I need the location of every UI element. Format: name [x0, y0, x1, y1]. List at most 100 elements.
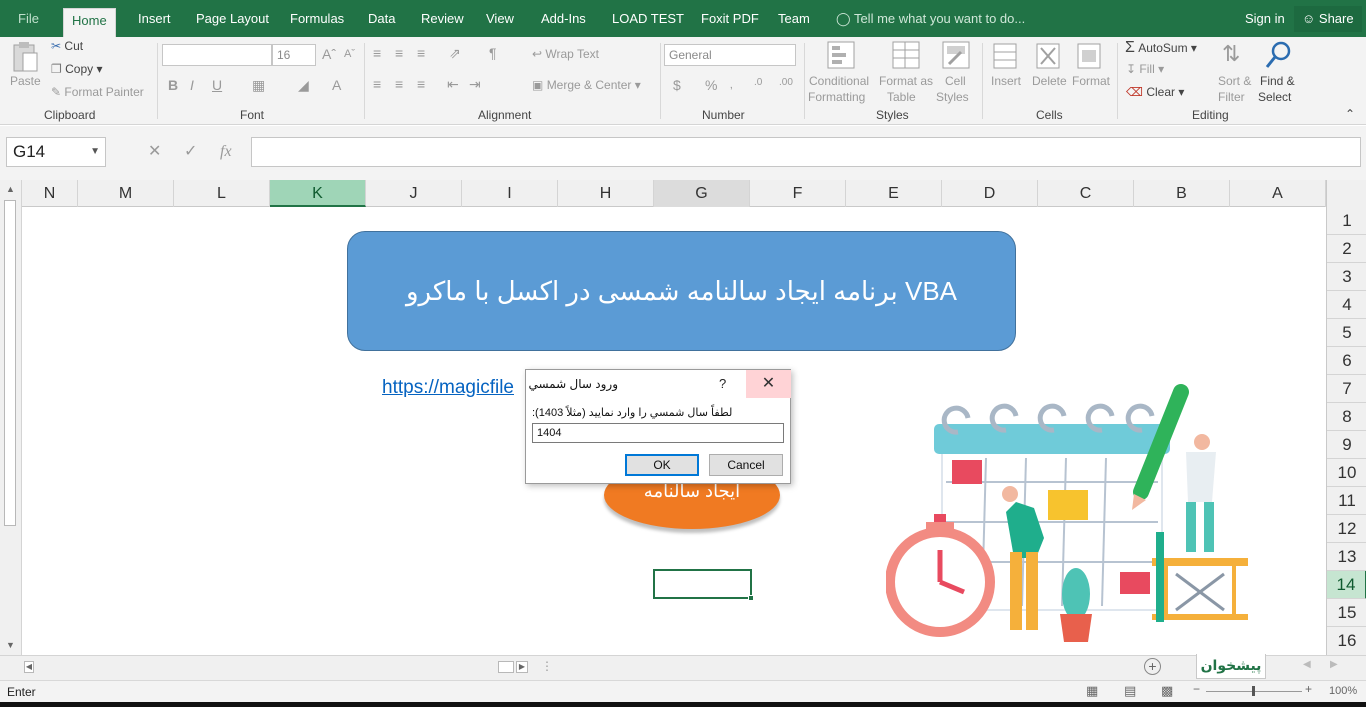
- title-shape[interactable]: برنامه ایجاد سالنامه شمسی در اکسل با ماک…: [347, 231, 1016, 351]
- page-break-view-icon[interactable]: ▩: [1161, 683, 1173, 699]
- row-header[interactable]: 6: [1327, 347, 1366, 375]
- tab-home[interactable]: Home: [63, 8, 116, 38]
- next-sheet-icon[interactable]: ▶: [1330, 659, 1338, 670]
- horizontal-scroll-thumb[interactable]: [498, 661, 514, 673]
- scroll-right-icon[interactable]: ▶: [516, 661, 528, 673]
- tab-team[interactable]: Team: [778, 0, 810, 38]
- split-handle[interactable]: ⋮: [541, 659, 553, 673]
- column-header[interactable]: L: [174, 180, 270, 207]
- row-header[interactable]: 7: [1327, 375, 1366, 403]
- tab-insert[interactable]: Insert: [138, 0, 171, 38]
- align-bottom-icon[interactable]: ≡: [417, 45, 425, 61]
- wrap-text-button[interactable]: ↩ Wrap Text: [532, 47, 599, 61]
- active-cell[interactable]: [653, 569, 754, 601]
- fill-handle[interactable]: [748, 595, 754, 601]
- row-header[interactable]: 15: [1327, 599, 1366, 627]
- page-layout-view-icon[interactable]: ▤: [1124, 683, 1136, 699]
- currency-icon[interactable]: $: [673, 77, 681, 93]
- column-header[interactable]: J: [366, 180, 462, 207]
- tab-foxit-pdf[interactable]: Foxit PDF: [701, 0, 759, 38]
- fill-button[interactable]: ↧ Fill ▾: [1126, 62, 1164, 76]
- row-header[interactable]: 13: [1327, 543, 1366, 571]
- tab-formulas[interactable]: Formulas: [290, 0, 344, 38]
- column-header-selected[interactable]: K: [270, 180, 366, 207]
- column-header[interactable]: I: [462, 180, 558, 207]
- collapse-ribbon-icon[interactable]: ⌃: [1345, 107, 1355, 121]
- tab-view[interactable]: View: [486, 0, 514, 38]
- row-header[interactable]: 3: [1327, 263, 1366, 291]
- column-header[interactable]: N: [22, 180, 78, 207]
- row-header[interactable]: 9: [1327, 431, 1366, 459]
- align-center-icon[interactable]: ≡: [395, 76, 403, 92]
- share-button[interactable]: ☺ Share: [1294, 6, 1362, 32]
- name-box[interactable]: G14 ▼: [6, 137, 106, 167]
- decrease-indent-icon[interactable]: ⇤: [447, 76, 459, 93]
- percent-icon[interactable]: %: [705, 77, 717, 93]
- scroll-up-icon[interactable]: ▲: [6, 184, 15, 194]
- zoom-in-icon[interactable]: +: [1305, 682, 1312, 696]
- grow-font-icon[interactable]: Aˆ: [322, 46, 336, 62]
- row-header[interactable]: 2: [1327, 235, 1366, 263]
- row-header[interactable]: 12: [1327, 515, 1366, 543]
- cut-button[interactable]: ✂ Cut: [51, 39, 83, 53]
- tab-review[interactable]: Review: [421, 0, 464, 38]
- add-sheet-icon[interactable]: +: [1144, 658, 1161, 675]
- column-header[interactable]: H: [558, 180, 654, 207]
- scroll-thumb[interactable]: [4, 200, 16, 526]
- comma-style-icon[interactable]: ‚: [730, 77, 733, 91]
- tell-me-search[interactable]: ◯ Tell me what you want to do...: [836, 0, 1025, 38]
- normal-view-icon[interactable]: ▦: [1086, 683, 1098, 699]
- zoom-slider-thumb[interactable]: [1252, 686, 1255, 696]
- column-header[interactable]: C: [1038, 180, 1134, 207]
- vertical-scrollbar[interactable]: ▲ ▼: [0, 180, 22, 655]
- tab-data[interactable]: Data: [368, 0, 395, 38]
- insert-function-icon[interactable]: fx: [220, 137, 232, 167]
- tab-page-layout[interactable]: Page Layout: [196, 0, 269, 38]
- year-input[interactable]: [532, 423, 784, 443]
- clear-button[interactable]: ⌫ Clear ▾: [1126, 85, 1184, 99]
- website-link[interactable]: https://magicfile: [382, 377, 514, 399]
- align-right-icon[interactable]: ≡: [417, 76, 425, 92]
- increase-indent-icon[interactable]: ⇥: [469, 76, 481, 93]
- shrink-font-icon[interactable]: Aˇ: [344, 48, 355, 60]
- font-size-select[interactable]: 16: [272, 44, 316, 66]
- format-painter-button[interactable]: ✎ Format Painter: [51, 85, 144, 99]
- row-header[interactable]: 1: [1327, 207, 1366, 235]
- column-header[interactable]: F: [750, 180, 846, 207]
- scroll-down-icon[interactable]: ▼: [6, 640, 15, 650]
- enter-entry-icon[interactable]: ✓: [184, 137, 197, 167]
- rtl-direction-icon[interactable]: ¶: [489, 45, 497, 61]
- orientation-icon[interactable]: ⇗: [449, 45, 461, 62]
- help-icon[interactable]: ?: [719, 376, 726, 391]
- prev-sheet-icon[interactable]: ◀: [1303, 659, 1311, 670]
- column-header[interactable]: A: [1230, 180, 1326, 207]
- row-header[interactable]: 16: [1327, 627, 1366, 655]
- scroll-left-icon[interactable]: ◀: [24, 661, 34, 673]
- row-header[interactable]: 8: [1327, 403, 1366, 431]
- font-color-icon[interactable]: A: [332, 77, 341, 93]
- sheet-tab[interactable]: پیشخوان: [1196, 654, 1266, 679]
- row-header[interactable]: 11: [1327, 487, 1366, 515]
- align-top-icon[interactable]: ≡: [373, 45, 381, 61]
- align-middle-icon[interactable]: ≡: [395, 45, 403, 61]
- column-header-active[interactable]: G: [654, 180, 750, 207]
- fill-color-icon[interactable]: ◢: [298, 77, 309, 94]
- zoom-level[interactable]: 100%: [1329, 685, 1357, 697]
- merge-center-button[interactable]: ▣ Merge & Center ▾: [532, 78, 641, 92]
- column-header[interactable]: E: [846, 180, 942, 207]
- decrease-decimal-icon[interactable]: .00: [779, 77, 793, 88]
- font-name-select[interactable]: [162, 44, 272, 66]
- close-icon[interactable]: ✕: [746, 370, 791, 398]
- align-left-icon[interactable]: ≡: [373, 76, 381, 92]
- column-header[interactable]: M: [78, 180, 174, 207]
- zoom-out-icon[interactable]: −: [1193, 682, 1200, 696]
- bold-icon[interactable]: B: [168, 77, 178, 93]
- tab-add-ins[interactable]: Add-Ins: [541, 0, 586, 38]
- tab-load-test[interactable]: LOAD TEST: [612, 0, 684, 38]
- number-format-select[interactable]: General: [664, 44, 796, 66]
- row-header[interactable]: 5: [1327, 319, 1366, 347]
- copy-button[interactable]: ❐ Copy ▾: [51, 62, 102, 76]
- cancel-button[interactable]: Cancel: [709, 454, 783, 476]
- increase-decimal-icon[interactable]: .0: [754, 77, 762, 88]
- sign-in-link[interactable]: Sign in: [1245, 0, 1285, 38]
